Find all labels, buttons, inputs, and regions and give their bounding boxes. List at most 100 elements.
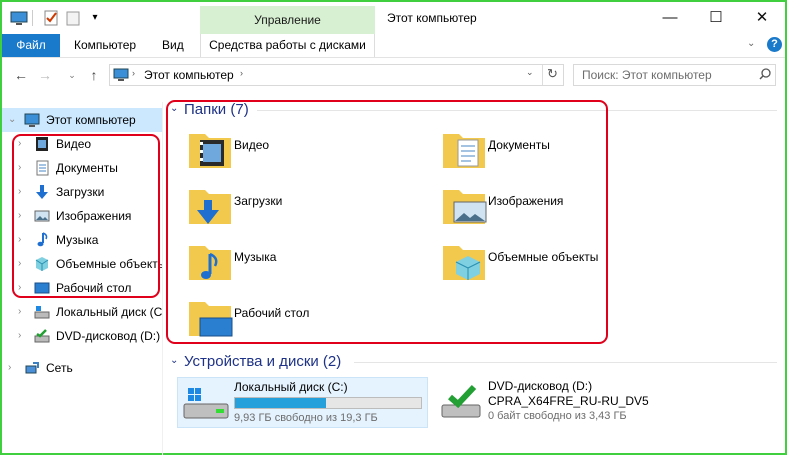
sidebar-item-this-pc[interactable]: ⌄ Этот компьютер: [2, 108, 162, 132]
folder-name: Загрузки: [234, 194, 283, 208]
maximize-button[interactable]: ☐: [693, 2, 739, 34]
recent-locations-button[interactable]: ⌄: [62, 65, 82, 85]
sidebar-item-downloads[interactable]: › Загрузки: [2, 180, 162, 204]
network-icon: [24, 360, 40, 376]
chevron-down-icon[interactable]: ⌄: [8, 108, 16, 132]
help-icon[interactable]: ?: [767, 37, 782, 52]
minimize-button[interactable]: —: [647, 2, 693, 34]
video-icon: [34, 136, 50, 152]
folder-name: Музыка: [234, 250, 277, 264]
sidebar-item-local-disk[interactable]: › Локальный диск (C:): [2, 300, 162, 324]
ribbon-context-group: Управление: [200, 6, 375, 34]
sidebar-item-desktop[interactable]: › Рабочий стол: [2, 276, 162, 300]
folder-item-pictures[interactable]: Изображения: [440, 180, 690, 230]
folder-item-3d-objects[interactable]: Объемные объекты: [440, 236, 690, 286]
folders-group-header[interactable]: Папки (7): [184, 100, 249, 120]
sidebar-item-3d-objects[interactable]: › Объемные объекты: [2, 252, 162, 276]
folder-item-desktop[interactable]: Рабочий стол: [186, 292, 436, 342]
drive-item-local-disk[interactable]: Локальный диск (C:) 9,93 ГБ свободно из …: [177, 377, 428, 428]
documents-folder-icon: [440, 124, 488, 172]
new-folder-icon[interactable]: [64, 9, 82, 27]
hard-drive-icon: [182, 386, 230, 422]
close-button[interactable]: ✕: [739, 2, 785, 34]
folder-item-documents[interactable]: Документы: [440, 124, 690, 174]
address-bar[interactable]: › Этот компьютер › ⌄ ↻: [109, 64, 564, 86]
navigation-bar: ← → ⌄ ↑ › Этот компьютер › ⌄ ↻ Поиск: Эт…: [2, 59, 785, 91]
dvd-drive-icon: [34, 328, 50, 344]
drive-item-dvd[interactable]: DVD-дисковод (D:) CPRA_X64FRE_RU-RU_DV5 …: [434, 377, 684, 428]
tab-drive-tools[interactable]: Средства работы с дисками: [200, 34, 375, 57]
tab-file[interactable]: Файл: [2, 34, 60, 57]
chevron-right-icon[interactable]: ›: [18, 228, 21, 252]
forward-button[interactable]: →: [35, 65, 55, 85]
ribbon-expand-icon[interactable]: ⌄: [747, 38, 755, 49]
folder-name: Видео: [234, 138, 270, 152]
divider: [32, 10, 33, 26]
desktop-folder-icon: [186, 292, 234, 340]
sidebar-item-video[interactable]: › Видео: [2, 132, 162, 156]
folder-item-downloads[interactable]: Загрузки: [186, 180, 436, 230]
folder-item-video[interactable]: Видео: [186, 124, 436, 174]
chevron-down-icon[interactable]: ⌄: [170, 355, 178, 366]
folder-item-music[interactable]: Музыка: [186, 236, 436, 286]
video-folder-icon: [186, 124, 234, 172]
pane-splitter[interactable]: [162, 102, 163, 455]
back-button[interactable]: ←: [11, 65, 31, 85]
up-button[interactable]: ↑: [84, 65, 104, 85]
chevron-right-icon[interactable]: ›: [18, 276, 21, 300]
properties-icon[interactable]: [42, 9, 60, 27]
downloads-folder-icon: [186, 180, 234, 228]
music-folder-icon: [186, 236, 234, 284]
sidebar-label: Изображения: [56, 209, 132, 223]
chevron-right-icon[interactable]: ›: [18, 180, 21, 204]
sidebar-label: Объемные объекты: [56, 257, 162, 271]
sidebar-item-dvd[interactable]: › DVD-дисковод (D:): [2, 324, 162, 348]
chevron-right-icon[interactable]: ›: [18, 300, 21, 324]
sidebar-label: Документы: [56, 161, 118, 175]
refresh-icon[interactable]: ↻: [547, 66, 558, 82]
chevron-right-icon: ›: [132, 68, 135, 78]
disk-usage-fill: [235, 398, 327, 408]
address-path[interactable]: Этот компьютер: [144, 65, 234, 85]
chevron-down-icon[interactable]: ⌄: [526, 67, 534, 78]
drive-free-space: 9,93 ГБ свободно из 19,3 ГБ: [234, 412, 378, 424]
folder-name: Объемные объекты: [488, 250, 599, 264]
tab-view[interactable]: Вид: [150, 34, 196, 57]
pictures-folder-icon: [440, 180, 488, 228]
sidebar-item-documents[interactable]: › Документы: [2, 156, 162, 180]
chevron-right-icon[interactable]: ›: [18, 132, 21, 156]
sidebar-label: Рабочий стол: [56, 281, 132, 295]
computer-icon[interactable]: [10, 9, 28, 27]
window-title: Этот компьютер: [387, 11, 477, 25]
search-input[interactable]: Поиск: Этот компьютер: [573, 64, 776, 86]
sidebar-item-music[interactable]: › Музыка: [2, 228, 162, 252]
sidebar-label: DVD-дисковод (D:): [56, 329, 161, 343]
computer-icon: [24, 112, 40, 128]
download-arrow-icon: [34, 184, 50, 200]
chevron-right-icon[interactable]: ›: [8, 356, 11, 380]
document-icon: [34, 160, 50, 176]
sidebar-label: Этот компьютер: [46, 113, 136, 127]
devices-group-header[interactable]: Устройства и диски (2): [184, 352, 341, 372]
drive-name: Локальный диск (C:): [234, 380, 348, 394]
chevron-right-icon[interactable]: ›: [240, 68, 243, 78]
sidebar-item-network[interactable]: › Сеть: [2, 356, 162, 380]
sidebar-label: Музыка: [56, 233, 99, 247]
picture-icon: [34, 208, 50, 224]
folder-name: Изображения: [488, 194, 564, 208]
sidebar-item-pictures[interactable]: › Изображения: [2, 204, 162, 228]
customize-qa-icon[interactable]: ▾: [86, 9, 104, 27]
chevron-right-icon[interactable]: ›: [18, 252, 21, 276]
divider: [257, 110, 777, 111]
chevron-down-icon[interactable]: ⌄: [170, 103, 178, 114]
hard-drive-icon: [34, 304, 50, 320]
divider: [542, 65, 543, 85]
chevron-right-icon[interactable]: ›: [18, 324, 21, 348]
ribbon-tabs: Файл Компьютер Вид Средства работы с дис…: [2, 34, 785, 58]
cube-icon: [34, 256, 50, 272]
chevron-right-icon[interactable]: ›: [18, 156, 21, 180]
tab-computer[interactable]: Компьютер: [62, 34, 148, 57]
explorer-window: ▾ Управление Этот компьютер — ☐ ✕ Файл К…: [0, 0, 787, 455]
disk-usage-bar: [234, 397, 422, 409]
chevron-right-icon[interactable]: ›: [18, 204, 21, 228]
